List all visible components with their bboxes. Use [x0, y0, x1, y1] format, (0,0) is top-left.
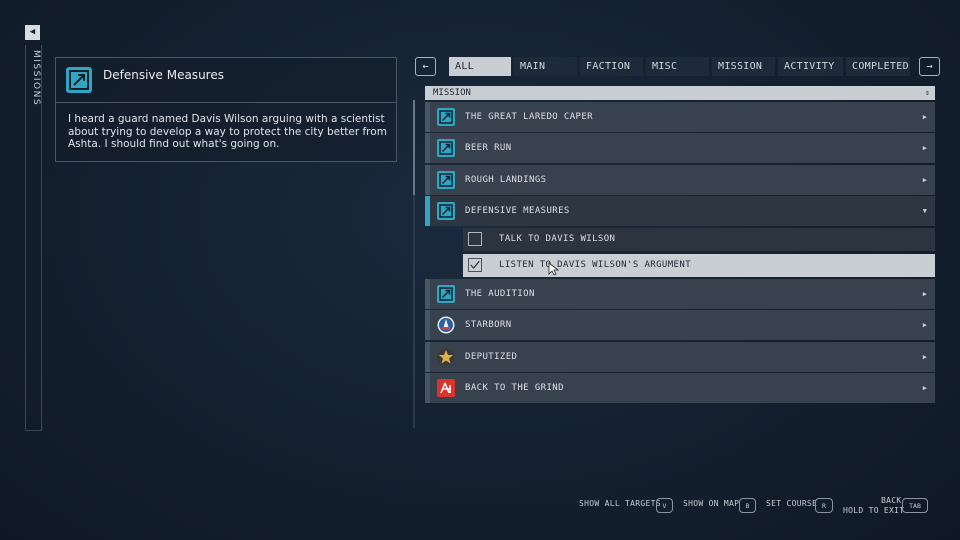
- checkmark-icon: [470, 260, 480, 269]
- row-marker: [425, 310, 430, 340]
- sort-icon[interactable]: ⇕: [925, 86, 930, 100]
- objective-checkbox[interactable]: [468, 232, 482, 246]
- list-sort-header[interactable]: MISSION ⇕: [425, 86, 935, 100]
- chevron-down-icon: ▼: [922, 207, 927, 215]
- mission-row[interactable]: BEER RUN ▶: [425, 133, 935, 163]
- objective-checkbox[interactable]: [468, 258, 482, 272]
- show-on-map-key[interactable]: B: [739, 498, 756, 513]
- set-course-label: SET COURSE: [766, 499, 818, 508]
- collapse-arrow-icon[interactable]: ◀: [25, 25, 40, 40]
- mission-icon: [437, 139, 455, 157]
- row-marker: [425, 342, 430, 372]
- objective-row[interactable]: TALK TO DAVIS WILSON: [463, 228, 935, 251]
- tab-mission[interactable]: MISSION: [712, 57, 775, 76]
- deputized-badge-icon: [437, 348, 455, 366]
- ryujin-icon: [437, 379, 455, 397]
- mission-row-label: BEER RUN: [465, 143, 512, 153]
- chevron-right-icon: ▶: [922, 384, 927, 392]
- mission-row[interactable]: DEPUTIZED ▶: [425, 342, 935, 372]
- row-marker: [425, 373, 430, 403]
- tab-all[interactable]: ALL: [449, 57, 511, 76]
- prev-tab-button[interactable]: ←: [415, 57, 436, 76]
- chevron-right-icon: ▶: [922, 321, 927, 329]
- mission-row-label: STARBORN: [465, 320, 512, 330]
- mouse-cursor-icon: [548, 262, 559, 276]
- mission-icon: [66, 67, 92, 93]
- mission-icon: [437, 202, 455, 220]
- show-on-map-label: SHOW ON MAP: [683, 499, 740, 508]
- chevron-right-icon: ▶: [922, 176, 927, 184]
- row-marker: [425, 133, 430, 163]
- objective-row[interactable]: LISTEN TO DAVIS WILSON'S ARGUMENT: [463, 254, 935, 277]
- chevron-right-icon: ▶: [922, 144, 927, 152]
- mission-row-label: THE GREAT LAREDO CAPER: [465, 112, 594, 122]
- mission-row[interactable]: DEFENSIVE MEASURES ▼: [425, 196, 935, 226]
- back-label: BACK: [881, 496, 902, 505]
- objective-label: TALK TO DAVIS WILSON: [499, 234, 616, 244]
- mission-row-label: DEFENSIVE MEASURES: [465, 206, 570, 216]
- mission-row-label: DEPUTIZED: [465, 352, 518, 362]
- mission-row-label: THE AUDITION: [465, 289, 535, 299]
- row-marker: [425, 165, 430, 195]
- tab-completed[interactable]: COMPLETED: [846, 57, 910, 76]
- chevron-right-icon: ▶: [922, 353, 927, 361]
- set-course-key[interactable]: R: [815, 498, 833, 513]
- back-key[interactable]: TAB: [902, 498, 928, 513]
- tab-activity[interactable]: ACTIVITY: [778, 57, 843, 76]
- mission-row[interactable]: THE AUDITION ▶: [425, 279, 935, 309]
- chevron-right-icon: ▶: [922, 113, 927, 121]
- show-all-targets-key[interactable]: V: [656, 498, 673, 513]
- mission-row[interactable]: THE GREAT LAREDO CAPER ▶: [425, 102, 935, 132]
- starborn-icon: [437, 316, 455, 334]
- mission-icon: [437, 171, 455, 189]
- mission-detail-panel: Defensive Measures I heard a guard named…: [55, 57, 397, 162]
- mission-row[interactable]: ROUGH LANDINGS ▶: [425, 165, 935, 195]
- mission-row-label: ROUGH LANDINGS: [465, 175, 547, 185]
- row-marker: [425, 102, 430, 132]
- mission-row-label: BACK TO THE GRIND: [465, 383, 564, 393]
- next-tab-button[interactable]: →: [919, 57, 940, 76]
- mission-icon: [437, 108, 455, 126]
- mission-icon: [437, 285, 455, 303]
- chevron-right-icon: ▶: [922, 290, 927, 298]
- objective-label: LISTEN TO DAVIS WILSON'S ARGUMENT: [499, 260, 692, 270]
- mission-tabs: ALL MAIN FACTION MISC MISSION ACTIVITY C…: [449, 57, 910, 76]
- hold-to-exit-label: HOLD TO EXIT: [843, 506, 905, 515]
- tab-main[interactable]: MAIN: [514, 57, 577, 76]
- missions-rail-label: MISSIONS: [31, 50, 41, 107]
- mission-row[interactable]: STARBORN ▶: [425, 310, 935, 340]
- row-marker: [425, 279, 430, 309]
- list-header-label: MISSION: [433, 88, 471, 98]
- tab-faction[interactable]: FACTION: [580, 57, 643, 76]
- mission-detail-header: Defensive Measures: [56, 58, 396, 103]
- show-all-targets-label: SHOW ALL TARGETS: [579, 499, 661, 508]
- mission-detail-title: Defensive Measures: [103, 68, 224, 82]
- tab-misc[interactable]: MISC: [646, 57, 709, 76]
- list-scrollbar[interactable]: [413, 100, 415, 428]
- scroll-thumb[interactable]: [413, 100, 415, 195]
- row-marker: [425, 196, 430, 226]
- mission-detail-description: I heard a guard named Davis Wilson argui…: [68, 113, 387, 150]
- mission-row[interactable]: BACK TO THE GRIND ▶: [425, 373, 935, 403]
